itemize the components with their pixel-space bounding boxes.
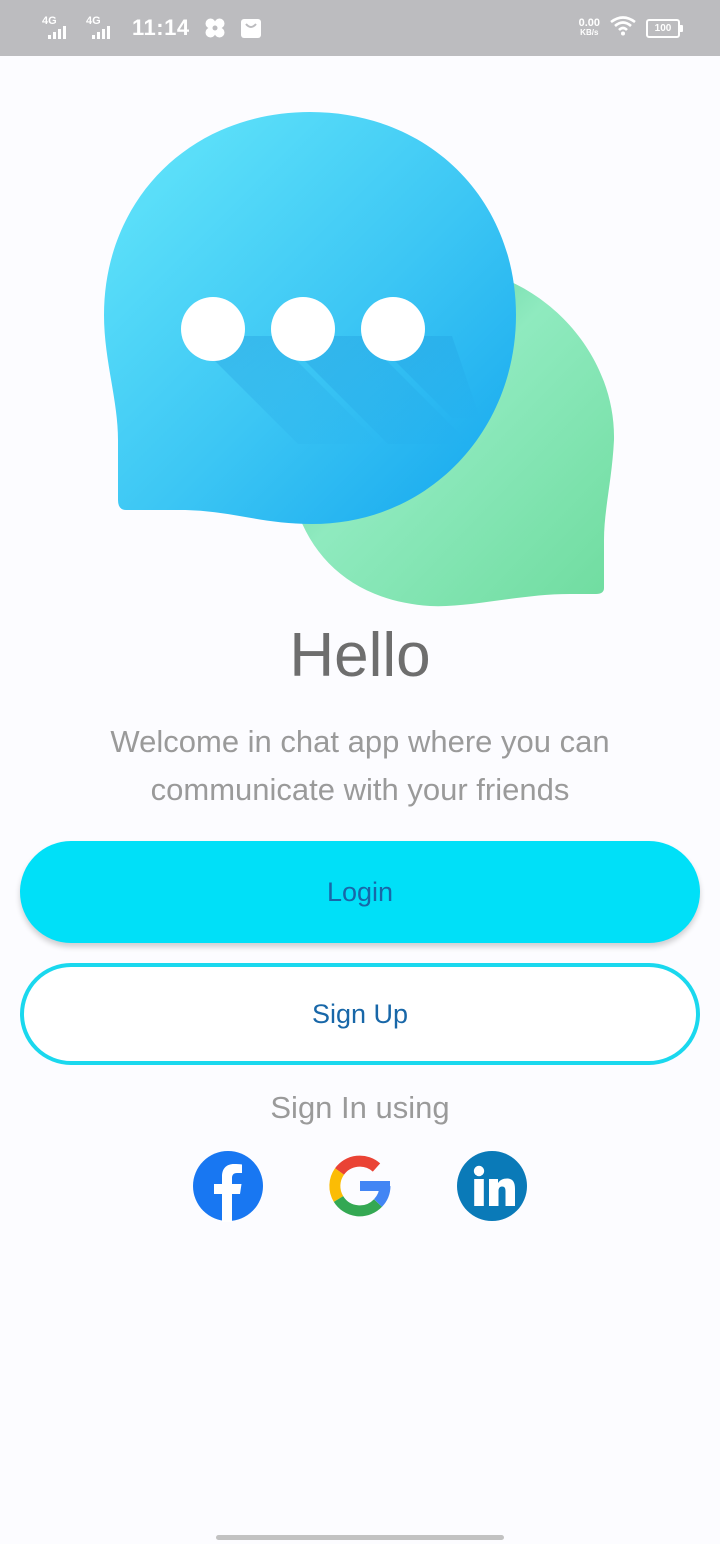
google-icon[interactable] <box>324 1150 396 1222</box>
status-bar: 4G 4G 11:14 0.00 KB/s 100 <box>0 0 720 56</box>
signin-using-label: Sign In using <box>270 1090 450 1125</box>
speed-value: 0.00 <box>578 17 600 29</box>
chat-bubbles-illustration <box>0 100 720 620</box>
login-button[interactable]: Login <box>20 841 700 943</box>
status-right: 0.00 KB/s 100 <box>578 0 683 56</box>
speed-unit: KB/s <box>580 28 599 37</box>
facebook-icon[interactable] <box>192 1150 264 1222</box>
status-time: 11:14 <box>132 15 190 40</box>
home-indicator[interactable] <box>216 1535 504 1540</box>
signal-icon: 4G <box>86 13 120 43</box>
wifi-icon <box>610 15 636 41</box>
linkedin-icon[interactable] <box>456 1150 528 1222</box>
chat-bubbles-icon <box>104 112 615 607</box>
fan-icon <box>204 17 226 39</box>
welcome-subtitle: Welcome in chat app where you can commun… <box>110 724 610 807</box>
battery-level: 100 <box>654 22 672 34</box>
signal-icon: 4G <box>42 13 76 43</box>
network-speed: 0.00 KB/s <box>578 17 600 38</box>
page-title: Hello <box>289 621 431 690</box>
shopping-bag-icon <box>240 17 262 39</box>
signup-button[interactable]: Sign Up <box>20 963 700 1065</box>
status-left: 4G 4G 11:14 <box>42 0 262 56</box>
battery-icon: 100 <box>646 18 683 38</box>
